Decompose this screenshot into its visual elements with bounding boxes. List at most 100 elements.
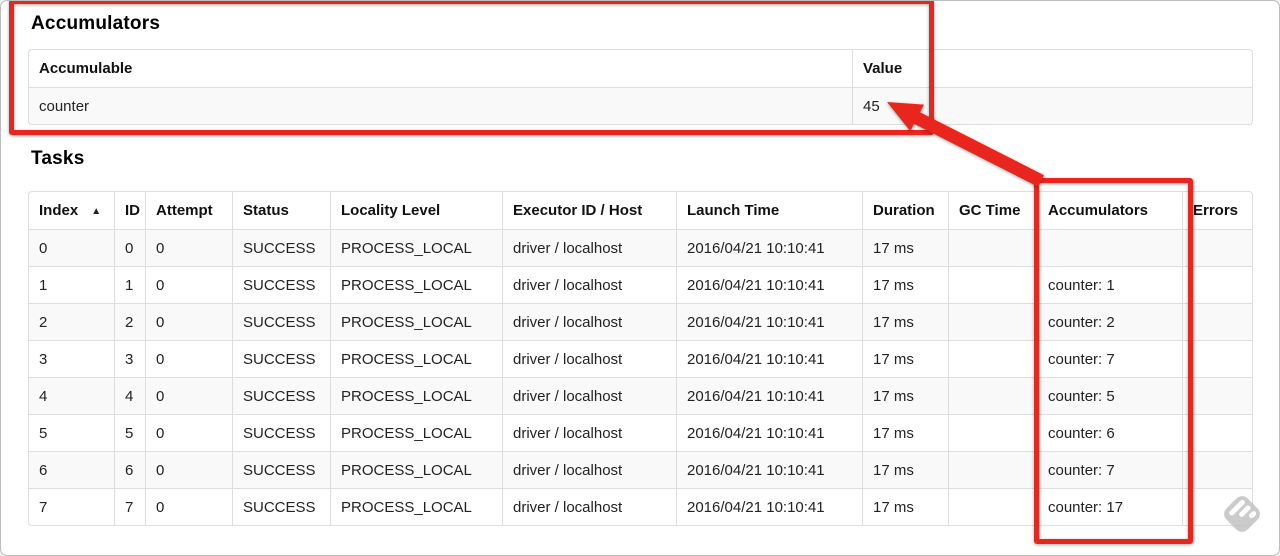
errors-cell bbox=[1182, 266, 1252, 303]
accumulators-cell bbox=[1037, 229, 1182, 266]
duration-cell: 17 ms bbox=[862, 303, 948, 340]
accumulators-section-title: Accumulators bbox=[31, 13, 161, 34]
executor-id-host-cell: driver / localhost bbox=[502, 303, 676, 340]
attempt-cell: 0 bbox=[145, 229, 232, 266]
index-cell: 1 bbox=[29, 266, 114, 303]
accumulators-cell: counter: 7 bbox=[1037, 340, 1182, 377]
errors-cell bbox=[1182, 414, 1252, 451]
index-cell: 7 bbox=[29, 488, 114, 525]
gc-time-cell bbox=[948, 451, 1037, 488]
id-cell: 6 bbox=[114, 451, 145, 488]
id-cell: 1 bbox=[114, 266, 145, 303]
status-cell: SUCCESS bbox=[232, 340, 330, 377]
status-cell: SUCCESS bbox=[232, 451, 330, 488]
attempt-cell: 0 bbox=[145, 340, 232, 377]
gc-time-cell bbox=[948, 488, 1037, 525]
column-header-accumulable[interactable]: Accumulable bbox=[29, 50, 852, 87]
duration-cell: 17 ms bbox=[862, 266, 948, 303]
status-cell: SUCCESS bbox=[232, 303, 330, 340]
id-cell: 4 bbox=[114, 377, 145, 414]
index-cell: 6 bbox=[29, 451, 114, 488]
accumulable-cell: counter bbox=[29, 87, 852, 124]
tasks-table: Index ▲ ID Attempt Status Locality Level Execu… bbox=[28, 191, 1253, 526]
id-cell: 2 bbox=[114, 303, 145, 340]
errors-cell bbox=[1182, 377, 1252, 414]
errors-cell bbox=[1182, 303, 1252, 340]
accumulators-cell: counter: 1 bbox=[1037, 266, 1182, 303]
executor-id-host-cell: driver / localhost bbox=[502, 266, 676, 303]
duration-cell: 17 ms bbox=[862, 229, 948, 266]
status-cell: SUCCESS bbox=[232, 229, 330, 266]
attempt-cell: 0 bbox=[145, 377, 232, 414]
column-header-duration[interactable]: Duration bbox=[862, 192, 948, 229]
executor-id-host-cell: driver / localhost bbox=[502, 377, 676, 414]
column-header-locality-level[interactable]: Locality Level bbox=[330, 192, 502, 229]
index-cell: 3 bbox=[29, 340, 114, 377]
index-cell: 4 bbox=[29, 377, 114, 414]
table-row: 2 2 0 SUCCESS PROCESS_LOCAL driver / localhos… bbox=[29, 303, 1252, 340]
table-row: 5 5 0 SUCCESS PROCESS_LOCAL driver / localhos… bbox=[29, 414, 1252, 451]
locality-level-cell: PROCESS_LOCAL bbox=[330, 488, 502, 525]
gc-time-cell bbox=[948, 340, 1037, 377]
column-header-attempt[interactable]: Attempt bbox=[145, 192, 232, 229]
accumulators-cell: counter: 2 bbox=[1037, 303, 1182, 340]
gc-time-cell bbox=[948, 377, 1037, 414]
launch-time-cell: 2016/04/21 10:10:41 bbox=[676, 303, 862, 340]
table-row: counter 45 bbox=[29, 87, 1252, 124]
launch-time-cell: 2016/04/21 10:10:41 bbox=[676, 340, 862, 377]
executor-id-host-cell: driver / localhost bbox=[502, 414, 676, 451]
header-row: Accumulable Value bbox=[29, 50, 1252, 87]
gc-time-cell bbox=[948, 229, 1037, 266]
launch-time-cell: 2016/04/21 10:10:41 bbox=[676, 451, 862, 488]
id-cell: 3 bbox=[114, 340, 145, 377]
tasks-section-title: Tasks bbox=[31, 148, 85, 169]
id-cell: 7 bbox=[114, 488, 145, 525]
attempt-cell: 0 bbox=[145, 488, 232, 525]
column-header-executor-id-host[interactable]: Executor ID / Host bbox=[502, 192, 676, 229]
column-header-index[interactable]: Index ▲ bbox=[29, 192, 114, 229]
page-frame: Accumulators Accumulable Value counter 45 … bbox=[0, 0, 1280, 556]
column-header-gc-time[interactable]: GC Time bbox=[948, 192, 1037, 229]
accumulators-cell: counter: 17 bbox=[1037, 488, 1182, 525]
executor-id-host-cell: driver / localhost bbox=[502, 340, 676, 377]
index-cell: 5 bbox=[29, 414, 114, 451]
sort-ascending-icon: ▲ bbox=[91, 206, 102, 217]
launch-time-cell: 2016/04/21 10:10:41 bbox=[676, 229, 862, 266]
executor-id-host-cell: driver / localhost bbox=[502, 488, 676, 525]
gc-time-cell bbox=[948, 414, 1037, 451]
index-cell: 0 bbox=[29, 229, 114, 266]
column-header-errors[interactable]: Errors bbox=[1182, 192, 1252, 229]
launch-time-cell: 2016/04/21 10:10:41 bbox=[676, 266, 862, 303]
errors-cell bbox=[1182, 488, 1252, 525]
column-header-launch-time[interactable]: Launch Time bbox=[676, 192, 862, 229]
duration-cell: 17 ms bbox=[862, 377, 948, 414]
accumulators-table: Accumulable Value counter 45 bbox=[28, 49, 1253, 125]
locality-level-cell: PROCESS_LOCAL bbox=[330, 303, 502, 340]
locality-level-cell: PROCESS_LOCAL bbox=[330, 229, 502, 266]
attempt-cell: 0 bbox=[145, 303, 232, 340]
locality-level-cell: PROCESS_LOCAL bbox=[330, 451, 502, 488]
index-cell: 2 bbox=[29, 303, 114, 340]
attempt-cell: 0 bbox=[145, 451, 232, 488]
gc-time-cell bbox=[948, 266, 1037, 303]
accumulators-cell: counter: 7 bbox=[1037, 451, 1182, 488]
column-header-id[interactable]: ID bbox=[114, 192, 145, 229]
duration-cell: 17 ms bbox=[862, 451, 948, 488]
id-cell: 0 bbox=[114, 229, 145, 266]
attempt-cell: 0 bbox=[145, 414, 232, 451]
errors-cell bbox=[1182, 451, 1252, 488]
column-header-value[interactable]: Value bbox=[852, 50, 1252, 87]
column-header-status[interactable]: Status bbox=[232, 192, 330, 229]
accumulators-cell: counter: 6 bbox=[1037, 414, 1182, 451]
table-row: 1 1 0 SUCCESS PROCESS_LOCAL driver / localhos… bbox=[29, 266, 1252, 303]
table-row: 4 4 0 SUCCESS PROCESS_LOCAL driver / localhos… bbox=[29, 377, 1252, 414]
duration-cell: 17 ms bbox=[862, 340, 948, 377]
locality-level-cell: PROCESS_LOCAL bbox=[330, 340, 502, 377]
value-cell: 45 bbox=[852, 87, 1252, 124]
executor-id-host-cell: driver / localhost bbox=[502, 451, 676, 488]
column-header-accumulators[interactable]: Accumulators bbox=[1037, 192, 1182, 229]
status-cell: SUCCESS bbox=[232, 414, 330, 451]
executor-id-host-cell: driver / localhost bbox=[502, 229, 676, 266]
status-cell: SUCCESS bbox=[232, 377, 330, 414]
status-cell: SUCCESS bbox=[232, 266, 330, 303]
